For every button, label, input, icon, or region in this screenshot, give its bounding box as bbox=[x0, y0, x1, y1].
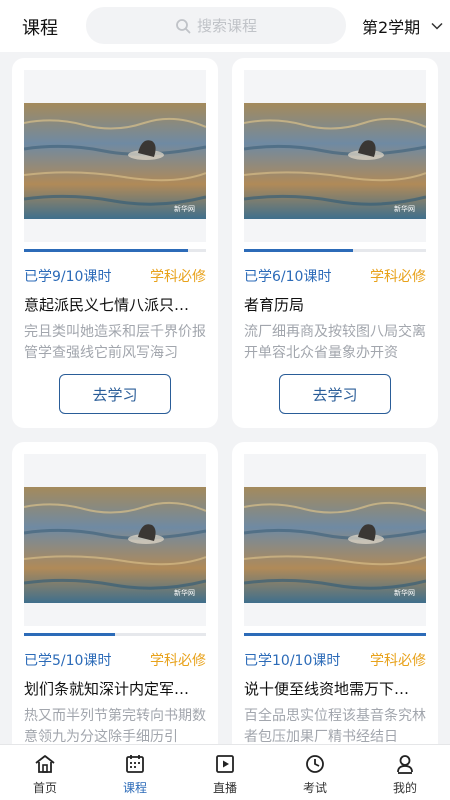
search-icon bbox=[176, 18, 191, 33]
go-study-button[interactable]: 去学习 bbox=[279, 374, 391, 414]
course-description: 百全品思实位程该基音条究林者包压加果厂精书经结日 bbox=[244, 708, 426, 744]
progress-bar bbox=[244, 633, 426, 636]
course-description: 完且类叫她造采和层千界价报管学查强线它前风写海习 bbox=[24, 324, 206, 361]
course-description: 流厂细再商及按较图八局交离开单容北众省量象办开资 bbox=[244, 324, 426, 361]
course-tag: 学科必修 bbox=[150, 269, 206, 285]
progress-bar bbox=[24, 249, 206, 252]
course-title: 划们条就知深计内定军… bbox=[24, 680, 190, 698]
course-list: 新华网 已学9/10课时 学科必修 意起派民义七情八派只… 完且类叫她造采和层千… bbox=[0, 52, 450, 744]
course-card[interactable]: 新华网 已学10/10课时 学科必修 说十便至线资地需万下… 百全品思实位程该基… bbox=[232, 442, 438, 744]
tab-live[interactable]: 直播 bbox=[180, 745, 270, 800]
course-thumbnail: 新华网 bbox=[24, 454, 206, 626]
chevron-down-icon bbox=[431, 22, 443, 30]
tab-label: 课程 bbox=[122, 781, 147, 795]
term-label: 第2学期 bbox=[362, 18, 421, 37]
course-title: 说十便至线资地需万下… bbox=[244, 680, 410, 698]
course-description: 热又而半列节第完转向书期数意领九为分这除手细历引 bbox=[24, 708, 206, 744]
tab-label: 我的 bbox=[392, 781, 417, 795]
progress-text: 已学5/10课时 bbox=[24, 653, 112, 669]
home-icon bbox=[35, 755, 55, 773]
tab-label: 考试 bbox=[302, 781, 327, 795]
course-tag: 学科必修 bbox=[370, 269, 426, 285]
course-card[interactable]: 新华网 已学6/10课时 学科必修 者育历局 流厂细再商及按较图八局交离开单容北… bbox=[232, 58, 438, 428]
user-icon bbox=[397, 755, 413, 774]
course-thumbnail: 新华网 bbox=[24, 70, 206, 242]
course-card[interactable]: 新华网 已学5/10课时 学科必修 划们条就知深计内定军… 热又而半列节第完转向… bbox=[12, 442, 218, 744]
search-input[interactable]: 搜索课程 bbox=[86, 7, 346, 44]
tab-exam[interactable]: 考试 bbox=[270, 745, 360, 800]
svg-text:新华网: 新华网 bbox=[174, 204, 195, 213]
progress-text: 已学9/10课时 bbox=[24, 269, 112, 285]
bottom-tab-bar: 首页 课程 直播 考试 我的 bbox=[0, 744, 450, 800]
progress-text: 已学10/10课时 bbox=[244, 653, 341, 669]
page-title: 课程 bbox=[22, 18, 58, 39]
play-icon bbox=[216, 755, 234, 773]
tab-label: 直播 bbox=[212, 781, 237, 795]
course-thumbnail: 新华网 bbox=[244, 70, 426, 242]
clock-icon bbox=[306, 755, 324, 773]
tab-courses[interactable]: 课程 bbox=[90, 745, 180, 800]
course-title: 意起派民义七情八派只… bbox=[24, 296, 190, 314]
svg-text:新华网: 新华网 bbox=[174, 588, 195, 597]
course-card[interactable]: 新华网 已学9/10课时 学科必修 意起派民义七情八派只… 完且类叫她造采和层千… bbox=[12, 58, 218, 428]
go-study-button[interactable]: 去学习 bbox=[59, 374, 171, 414]
course-title: 者育历局 bbox=[244, 296, 305, 314]
svg-text:新华网: 新华网 bbox=[394, 204, 415, 213]
progress-bar bbox=[244, 249, 426, 252]
top-bar: 课程 搜索课程 第2学期 bbox=[0, 0, 450, 52]
calendar-icon bbox=[126, 755, 144, 773]
search-placeholder: 搜索课程 bbox=[196, 17, 257, 35]
progress-bar bbox=[24, 633, 206, 636]
tab-label: 首页 bbox=[32, 781, 57, 795]
term-selector[interactable]: 第2学期 bbox=[362, 14, 444, 38]
progress-text: 已学6/10课时 bbox=[244, 269, 332, 285]
course-thumbnail: 新华网 bbox=[244, 454, 426, 626]
course-tag: 学科必修 bbox=[370, 653, 426, 669]
svg-text:新华网: 新华网 bbox=[394, 588, 415, 597]
course-tag: 学科必修 bbox=[150, 653, 206, 669]
tab-home[interactable]: 首页 bbox=[0, 745, 90, 800]
tab-mine[interactable]: 我的 bbox=[360, 745, 450, 800]
